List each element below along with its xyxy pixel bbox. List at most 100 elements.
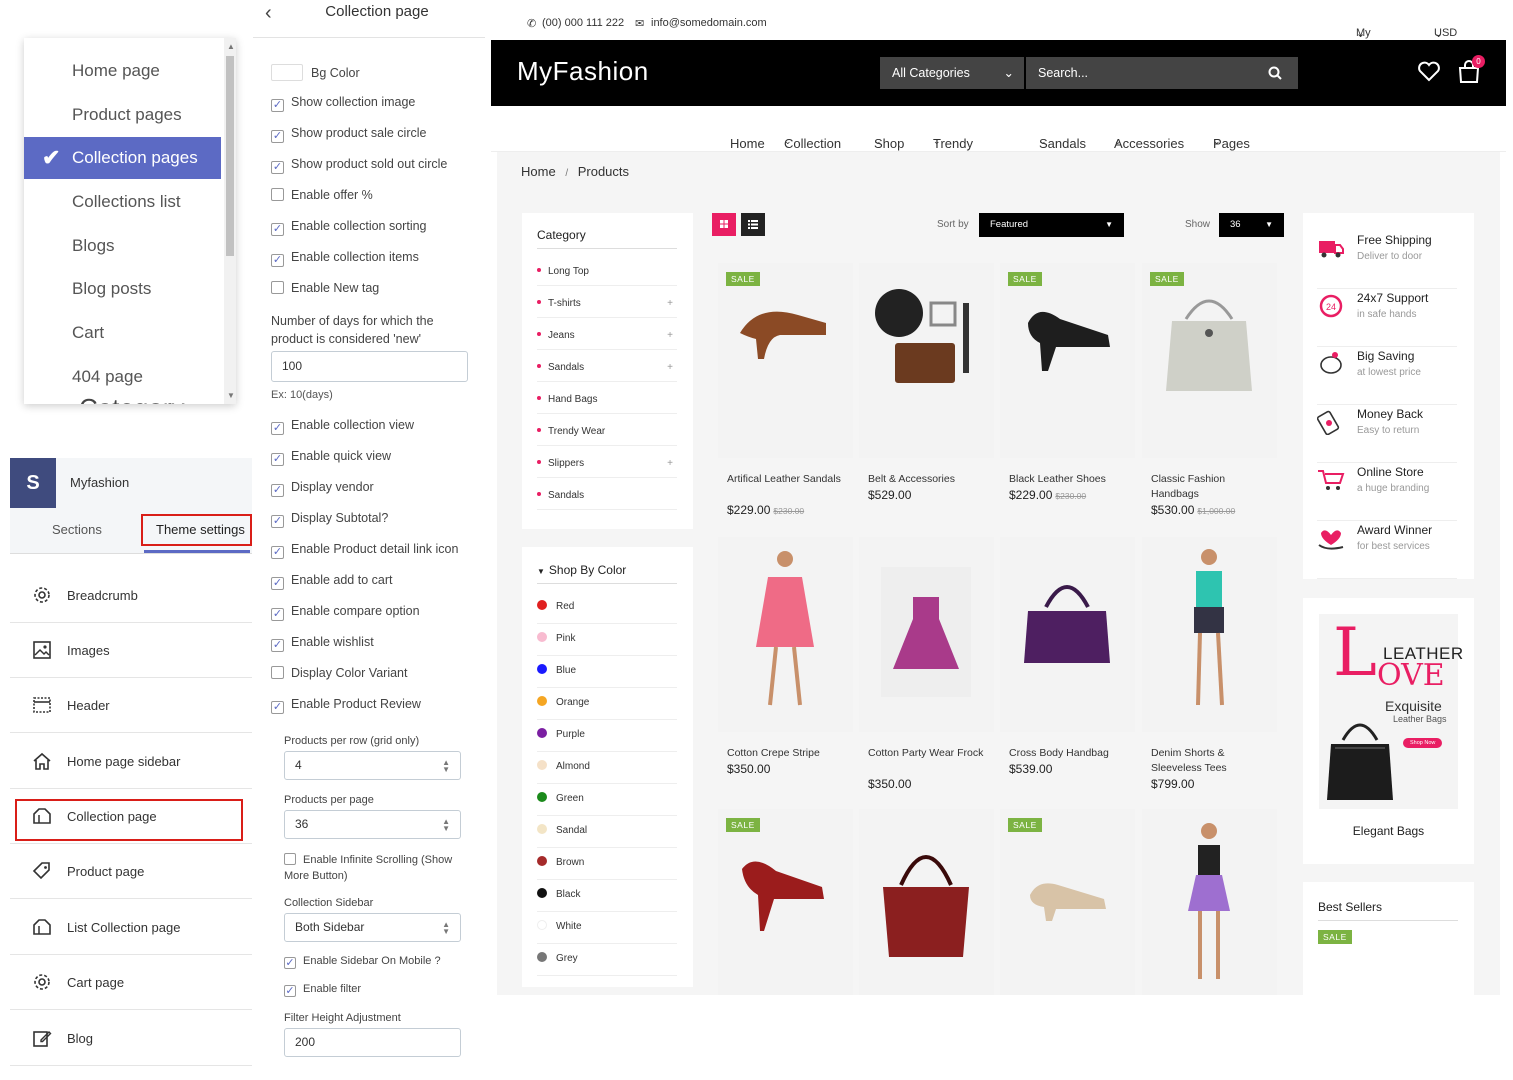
checkbox[interactable]: ✓ xyxy=(271,254,284,267)
settings-checkbox[interactable]: ✓ Enable quick view xyxy=(271,449,391,466)
dropdown-item-product[interactable]: Product pages xyxy=(24,94,221,136)
dropdown-item-blog-posts[interactable]: Blog posts xyxy=(24,268,221,310)
settings-checkbox[interactable]: ✓ Enable wishlist xyxy=(271,635,374,652)
settings-checkbox[interactable]: ✓ Enable collection items xyxy=(271,250,419,267)
category-item[interactable]: Slippers + xyxy=(537,450,677,478)
banner-image[interactable]: L LEATHER OVE Exquisite Leather Bags Sho… xyxy=(1319,614,1463,809)
product-name[interactable]: Denim Shorts & Sleeveless Tees xyxy=(1151,746,1271,776)
checkbox[interactable]: ✓ xyxy=(271,577,284,590)
category-item[interactable]: Jeans + xyxy=(537,322,677,350)
product-card[interactable] xyxy=(859,809,994,1079)
product-image[interactable] xyxy=(1000,809,1135,995)
product-name[interactable]: Artifical Leather Sandals xyxy=(727,472,847,487)
checkbox[interactable] xyxy=(284,853,296,865)
expand-plus-icon[interactable]: + xyxy=(667,450,673,478)
product-image[interactable] xyxy=(718,809,853,995)
settings-checkbox[interactable]: ✓ Enable Product Review xyxy=(271,697,421,714)
dropdown-item-blogs[interactable]: Blogs xyxy=(24,225,221,267)
expand-plus-icon[interactable]: + xyxy=(667,354,673,382)
category-item[interactable]: Sandals + xyxy=(537,354,677,382)
product-card[interactable]: SALE Classic Fashion Handbags $530.00 $1,00… xyxy=(1142,263,1277,533)
checkbox[interactable]: ✓ xyxy=(271,130,284,143)
checkbox[interactable]: ✓ xyxy=(271,608,284,621)
color-swatch[interactable] xyxy=(271,64,303,81)
settings-item-breadcrumb[interactable]: Breadcrumb xyxy=(10,568,252,623)
color-filter-item[interactable]: Pink xyxy=(537,626,677,656)
banner-shop-now-button[interactable]: Shop Now xyxy=(1403,738,1443,748)
checkbox[interactable]: ✓ xyxy=(271,515,284,528)
tab-sections[interactable]: Sections xyxy=(52,522,102,537)
product-card[interactable]: Belt & Accessories $529.00 xyxy=(859,263,994,533)
checkbox[interactable]: ✓ xyxy=(284,957,296,969)
per-page-select[interactable]: 36 ▲ ▼ xyxy=(284,810,461,839)
settings-checkbox[interactable]: ✓ Enable Product detail link icon xyxy=(271,542,458,559)
product-image[interactable] xyxy=(1142,809,1277,995)
category-select[interactable]: All Categories ⌄ xyxy=(880,57,1024,89)
category-item[interactable]: Long Top xyxy=(537,258,677,286)
settings-checkbox[interactable]: ✓ Enable compare option xyxy=(271,604,420,621)
product-card[interactable]: Denim Shorts & Sleeveless Tees $799.00 xyxy=(1142,537,1277,807)
store-logo[interactable]: MyFashion xyxy=(517,56,649,87)
color-filter-item[interactable]: Purple xyxy=(537,722,677,752)
banner-widget[interactable]: L LEATHER OVE Exquisite Leather Bags Sho… xyxy=(1303,598,1474,864)
checkbox[interactable]: ✓ xyxy=(271,453,284,466)
category-item[interactable]: T-shirts + xyxy=(537,290,677,318)
product-name[interactable]: Cotton Party Wear Frock xyxy=(868,746,988,761)
settings-item-cart-page[interactable]: Cart page xyxy=(10,955,252,1010)
expand-plus-icon[interactable]: + xyxy=(667,290,673,318)
dropdown-item-404[interactable]: 404 page xyxy=(24,356,221,398)
grid-view-button[interactable] xyxy=(712,213,736,236)
settings-checkbox[interactable]: ✓ Show collection image xyxy=(271,95,415,112)
infinite-scroll-checkbox[interactable]: Enable Infinite Scrolling (Show More But… xyxy=(284,852,464,884)
product-image[interactable] xyxy=(1000,537,1135,732)
category-item[interactable]: Hand Bags xyxy=(537,386,677,414)
new-days-input[interactable]: 100 xyxy=(271,351,468,382)
product-name[interactable]: Belt & Accessories xyxy=(868,472,988,487)
settings-checkbox[interactable]: Enable New tag xyxy=(271,281,379,295)
breadcrumb-home[interactable]: Home xyxy=(521,164,556,179)
settings-checkbox[interactable]: ✓ Enable add to cart xyxy=(271,573,392,590)
settings-checkbox[interactable]: ✓ Display Subtotal? xyxy=(271,511,388,528)
settings-item-blog[interactable]: Blog xyxy=(10,1011,252,1066)
sort-select[interactable]: Featured ▼ xyxy=(979,213,1124,237)
color-filter-item[interactable]: Black xyxy=(537,882,677,912)
filter-height-input[interactable]: 200 xyxy=(284,1028,461,1057)
product-card[interactable]: Cotton Party Wear Frock $350.00 xyxy=(859,537,994,807)
color-filter-item[interactable]: Blue xyxy=(537,658,677,688)
scroll-up-icon[interactable]: ▲ xyxy=(227,42,235,51)
settings-item-list-collection[interactable]: List Collection page xyxy=(10,900,252,955)
settings-item-home-sidebar[interactable]: Home page sidebar xyxy=(10,734,252,789)
product-name[interactable]: Cross Body Handbag xyxy=(1009,746,1129,761)
product-card[interactable]: SALE xyxy=(1000,809,1135,1079)
checkbox[interactable]: ✓ xyxy=(271,161,284,174)
product-image[interactable] xyxy=(859,263,994,458)
show-select[interactable]: 36 ▼ xyxy=(1219,213,1284,237)
color-filter-title[interactable]: ▼ Shop By Color xyxy=(537,563,677,584)
product-card[interactable]: SALE Artifical Leather Sandals $229.00 $230… xyxy=(718,263,853,533)
settings-checkbox[interactable]: Display Color Variant xyxy=(271,666,407,680)
settings-checkbox[interactable]: Enable offer % xyxy=(271,188,373,202)
settings-checkbox[interactable]: ✓ Show product sold out circle xyxy=(271,157,447,174)
settings-item-header[interactable]: Header xyxy=(10,678,252,733)
product-name[interactable]: Black Leather Shoes xyxy=(1009,472,1129,487)
product-image[interactable] xyxy=(718,537,853,732)
checkbox[interactable]: ✓ xyxy=(271,701,284,714)
dropdown-item-collections-list[interactable]: Collections list xyxy=(24,181,221,223)
product-card[interactable]: SALE xyxy=(718,809,853,1079)
sidebar-select[interactable]: Both Sidebar ▲ ▼ xyxy=(284,913,461,942)
product-image[interactable] xyxy=(859,809,994,995)
dropdown-item-collection[interactable]: ✔ Collection pages xyxy=(24,137,221,179)
color-filter-item[interactable]: Orange xyxy=(537,690,677,720)
color-filter-item[interactable]: Red xyxy=(537,594,677,624)
checkbox[interactable] xyxy=(271,188,284,201)
dropdown-item-cart[interactable]: Cart xyxy=(24,312,221,354)
per-row-select[interactable]: 4 ▲ ▼ xyxy=(284,751,461,780)
checkbox[interactable] xyxy=(271,281,284,294)
product-image[interactable] xyxy=(1142,263,1277,458)
product-image[interactable] xyxy=(718,263,853,458)
checkbox[interactable] xyxy=(271,666,284,679)
product-image[interactable] xyxy=(1142,537,1277,732)
checkbox[interactable]: ✓ xyxy=(271,546,284,559)
checkbox[interactable]: ✓ xyxy=(271,639,284,652)
product-card[interactable]: Cross Body Handbag $539.00 xyxy=(1000,537,1135,807)
